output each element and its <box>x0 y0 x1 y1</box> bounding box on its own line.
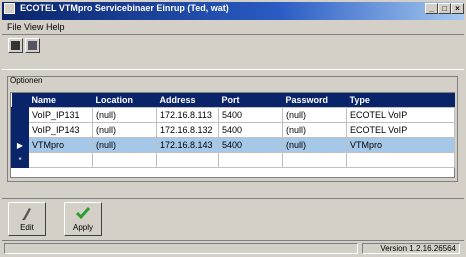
cell-location[interactable]: (null) <box>92 137 157 153</box>
app-icon <box>4 3 15 14</box>
cell-port[interactable] <box>218 152 283 168</box>
row-indicator[interactable] <box>11 122 29 138</box>
cell-address[interactable] <box>156 152 219 168</box>
cell-location[interactable]: (null) <box>92 122 157 138</box>
cell-type[interactable]: VTMpro <box>346 137 455 153</box>
cell-address[interactable]: 172.16.8.143 <box>156 137 219 153</box>
device-grid[interactable]: Name Location Address Port Password Type… <box>10 92 455 178</box>
column-header-location[interactable]: Location <box>92 93 157 108</box>
cell-name[interactable]: VoIP_IP131 <box>28 107 93 123</box>
cell-password[interactable]: (null) <box>282 137 347 153</box>
row-indicator[interactable] <box>11 107 29 123</box>
cell-location[interactable]: (null) <box>92 107 157 123</box>
cell-port[interactable]: 5400 <box>218 137 283 153</box>
table-row[interactable]: VoIP_IP143 (null) 172.16.8.132 5400 (nul… <box>11 122 455 138</box>
cell-type[interactable] <box>346 152 455 168</box>
close-button[interactable]: × <box>451 3 464 14</box>
list-icon <box>28 41 37 50</box>
window-title: ECOTEL VTMpro Servicebinaer Einrup (Ted,… <box>20 3 229 13</box>
menu-help[interactable]: Help <box>46 22 65 32</box>
cell-name[interactable]: VoIP_IP143 <box>28 122 93 138</box>
cell-name[interactable]: VTMpro <box>28 137 93 153</box>
cell-address[interactable]: 172.16.8.132 <box>156 122 219 138</box>
edit-button-label: Edit <box>20 223 34 232</box>
apply-button-label: Apply <box>72 223 93 232</box>
menu-bar <box>2 20 464 33</box>
cell-address[interactable]: 172.16.8.113 <box>156 107 219 123</box>
column-header-address[interactable]: Address <box>156 93 219 108</box>
minimize-button[interactable]: _ <box>425 3 438 14</box>
apply-button[interactable]: Apply <box>64 202 102 236</box>
save-button[interactable] <box>8 38 23 53</box>
column-header-type[interactable]: Type <box>346 93 455 108</box>
column-header-password[interactable]: Password <box>282 93 347 108</box>
cell-name[interactable] <box>28 152 93 168</box>
row-indicator[interactable]: * <box>11 152 29 168</box>
toolbar <box>2 34 464 70</box>
save-icon <box>11 41 20 50</box>
column-header-port[interactable]: Port <box>218 93 283 108</box>
cell-type[interactable]: ECOTEL VoIP <box>346 107 455 123</box>
column-header-name[interactable]: Name <box>28 93 93 108</box>
version-label: Version 1.2.16.26564 <box>362 243 460 254</box>
status-panel-main <box>4 243 358 254</box>
cell-password[interactable]: (null) <box>282 122 347 138</box>
header-indicator <box>11 93 29 108</box>
options-group-label: Optionen <box>10 76 43 85</box>
cell-password[interactable]: (null) <box>282 107 347 123</box>
table-row[interactable]: VoIP_IP131 (null) 172.16.8.113 5400 (nul… <box>11 107 455 123</box>
cell-password[interactable] <box>282 152 347 168</box>
pencil-icon <box>22 208 31 220</box>
checkmark-icon <box>75 207 91 220</box>
device-table: Name Location Address Port Password Type… <box>11 93 455 168</box>
cell-port[interactable]: 5400 <box>218 107 283 123</box>
menu-view[interactable]: View <box>24 22 43 32</box>
menu-file[interactable]: File <box>7 22 22 32</box>
table-row-selected[interactable]: ▶ VTMpro (null) 172.16.8.143 5400 (null)… <box>11 137 455 153</box>
cell-port[interactable]: 5400 <box>218 122 283 138</box>
row-indicator[interactable]: ▶ <box>11 137 29 153</box>
separator <box>2 198 464 199</box>
table-row-new[interactable]: * <box>11 152 455 168</box>
maximize-button[interactable]: □ <box>438 3 451 14</box>
table-header-row: Name Location Address Port Password Type <box>11 93 455 108</box>
cell-type[interactable]: ECOTEL VoIP <box>346 122 455 138</box>
cell-location[interactable] <box>92 152 157 168</box>
edit-button[interactable]: Edit <box>8 202 46 236</box>
list-button[interactable] <box>25 38 40 53</box>
